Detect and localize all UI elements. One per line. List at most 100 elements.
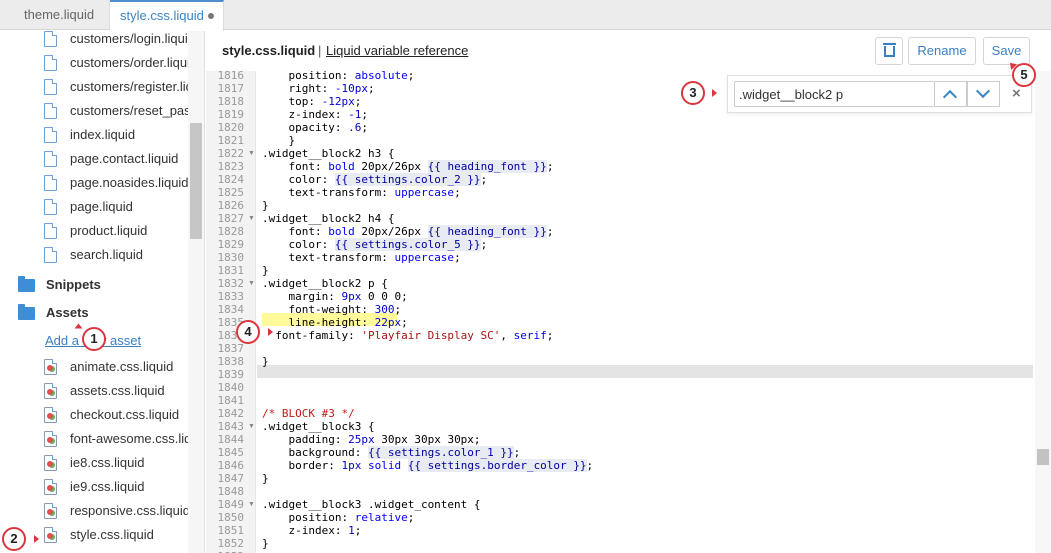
code-line[interactable]: .widget__block3 .widget_content {: [262, 498, 481, 511]
chevron-up-icon: [942, 89, 958, 105]
tab-style-css-liquid[interactable]: style.css.liquid: [110, 0, 224, 31]
delete-button[interactable]: [875, 37, 903, 65]
line-number: 1834: [217, 303, 245, 316]
editor-scroll-thumb[interactable]: [1037, 449, 1049, 465]
code-line[interactable]: font: bold 20px/26px {{ heading_font }};: [262, 160, 553, 173]
code-line[interactable]: }: [262, 134, 295, 147]
code-line[interactable]: }: [262, 199, 269, 212]
file-icon: [44, 55, 57, 71]
asset-item[interactable]: checkout.css.liquid: [44, 404, 190, 426]
code-line[interactable]: margin: 9px 0 0 0;: [262, 290, 407, 303]
editor-scrollbar[interactable]: [1035, 71, 1051, 553]
liquid-reference-link[interactable]: Liquid variable reference: [326, 43, 468, 58]
line-number: 1828: [217, 225, 245, 238]
folder-icon: [18, 276, 35, 292]
code-line[interactable]: color: {{ settings.color_2 }};: [262, 173, 487, 186]
code-line[interactable]: right: -10px;: [262, 82, 374, 95]
code-line[interactable]: opacity: .6;: [262, 121, 367, 134]
code-line[interactable]: line-height: 22px;: [262, 316, 407, 329]
line-number: 1843: [217, 420, 245, 433]
code-line[interactable]: z-index: -1;: [262, 108, 367, 121]
line-number: 1823: [217, 160, 245, 173]
asset-item[interactable]: animate.css.liquid: [44, 356, 190, 378]
file-item[interactable]: customers/register.liquid: [44, 76, 190, 98]
fold-arrow-icon[interactable]: ▼: [248, 498, 255, 511]
code-line[interactable]: .widget__block3 {: [262, 420, 375, 433]
code-line[interactable]: }: [262, 264, 269, 277]
theme-editor-window: theme.liquid style.css.liquid customers/…: [0, 0, 1051, 553]
folder-label: Snippets: [46, 277, 101, 292]
code-line[interactable]: .widget__block2 h3 {: [262, 147, 394, 160]
asset-item[interactable]: assets.css.liquid: [44, 380, 190, 402]
code-line[interactable]: font-family: 'Playfair Display SC', seri…: [262, 329, 553, 342]
line-number: 1845: [217, 446, 245, 459]
code-line[interactable]: font-weight: 300;: [262, 303, 401, 316]
fold-arrow-icon[interactable]: ▼: [248, 277, 255, 290]
code-line[interactable]: /* BLOCK #3 */: [262, 407, 355, 420]
asset-item[interactable]: ie8.css.liquid: [44, 452, 190, 474]
line-number: 1847: [217, 472, 245, 485]
search-prev-button[interactable]: [934, 81, 967, 107]
css-file-icon: [44, 359, 57, 375]
asset-item[interactable]: responsive.css.liquid: [44, 500, 190, 522]
code-line[interactable]: border: 1px solid {{ settings.border_col…: [262, 459, 593, 472]
line-number: 1829: [217, 238, 245, 251]
file-item[interactable]: page.liquid: [44, 196, 190, 218]
line-number: 1827: [217, 212, 245, 225]
rename-button[interactable]: Rename: [908, 37, 976, 65]
sidebar-scrollbar[interactable]: [188, 31, 204, 553]
code-line[interactable]: z-index: 1;: [262, 524, 361, 537]
file-item[interactable]: product.liquid: [44, 220, 190, 242]
tab-bar: theme.liquid style.css.liquid: [0, 0, 1051, 31]
asset-item[interactable]: font-awesome.css.liquid: [44, 428, 190, 450]
code-line[interactable]: position: absolute;: [262, 71, 414, 82]
search-input[interactable]: [734, 81, 934, 107]
chevron-down-icon: [975, 83, 991, 99]
file-name: customers/order.liquid: [70, 55, 190, 70]
line-number: 1842: [217, 407, 245, 420]
line-number: 1838: [217, 355, 245, 368]
code-line[interactable]: padding: 25px 30px 30px 30px;: [262, 433, 480, 446]
asset-item-selected[interactable]: style.css.liquid: [44, 524, 190, 546]
code-line[interactable]: text-transform: uppercase;: [262, 186, 460, 199]
asset-item[interactable]: ie9.css.liquid: [44, 476, 190, 498]
file-icon: [44, 31, 57, 47]
file-item[interactable]: page.contact.liquid: [44, 148, 190, 170]
file-name: search.liquid: [70, 247, 143, 262]
fold-arrow-icon[interactable]: ▼: [248, 212, 255, 225]
code-line[interactable]: background: {{ settings.color_1 }};: [262, 446, 520, 459]
file-name: animate.css.liquid: [70, 359, 174, 374]
file-item[interactable]: page.noasides.liquid: [44, 172, 190, 194]
file-item[interactable]: index.liquid: [44, 124, 190, 146]
fold-arrow-icon[interactable]: ▼: [248, 420, 255, 433]
css-file-icon: [44, 383, 57, 399]
file-item[interactable]: search.liquid: [44, 244, 190, 266]
callout-1: 1: [82, 327, 106, 351]
search-panel: ×: [727, 75, 1032, 113]
file-item[interactable]: customers/order.liquid: [44, 52, 190, 74]
code-line[interactable]: .widget__block2 p {: [262, 277, 388, 290]
file-name: index.liquid: [70, 127, 136, 142]
search-next-button[interactable]: [967, 81, 1000, 107]
callout-5: 5: [1012, 63, 1036, 87]
line-number: 1824: [217, 173, 245, 186]
close-search-icon[interactable]: ×: [1012, 85, 1021, 102]
code-line[interactable]: top: -12px;: [262, 95, 361, 108]
code-line[interactable]: font: bold 20px/26px {{ heading_font }};: [262, 225, 553, 238]
code-line[interactable]: text-transform: uppercase;: [262, 251, 460, 264]
file-icon: [44, 151, 57, 167]
sidebar-scroll-thumb[interactable]: [190, 123, 202, 239]
code-line[interactable]: color: {{ settings.color_5 }};: [262, 238, 487, 251]
code-editor[interactable]: 1816 position: absolute; 1817 right: -10p…: [206, 71, 1051, 553]
file-icon: [44, 127, 57, 143]
code-line[interactable]: }: [262, 537, 269, 550]
save-button[interactable]: Save: [983, 37, 1030, 65]
tab-theme-liquid[interactable]: theme.liquid: [14, 0, 110, 30]
file-item[interactable]: customers/reset_password.liquid: [44, 100, 190, 122]
fold-arrow-icon[interactable]: ▼: [248, 147, 255, 160]
code-line[interactable]: }: [262, 472, 269, 485]
file-item[interactable]: customers/login.liquid: [44, 31, 190, 50]
code-line[interactable]: position: relative;: [262, 511, 414, 524]
code-line[interactable]: }: [262, 355, 269, 368]
code-line[interactable]: .widget__block2 h4 {: [262, 212, 394, 225]
